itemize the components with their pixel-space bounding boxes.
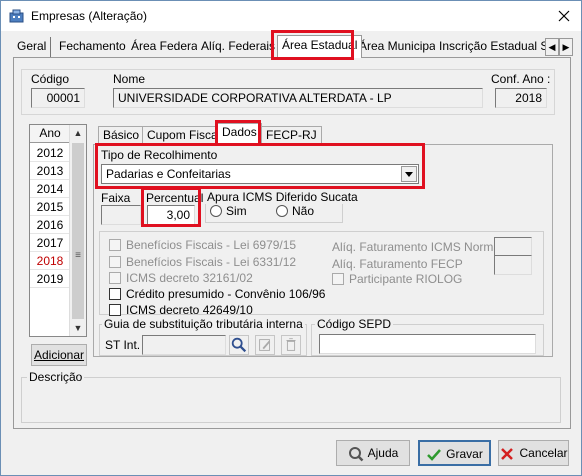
year-item-2016[interactable]: 2016 — [30, 216, 70, 234]
year-item-2012[interactable]: 2012 — [30, 144, 70, 162]
faixa-field — [101, 205, 141, 225]
tab-fechamento[interactable]: Fechamento — [55, 37, 131, 57]
window: Empresas (Alteração) Geral Fechamento Ár… — [0, 0, 582, 476]
sepd-title: Código SEPD — [315, 317, 394, 331]
st-int-label: ST Int. — [105, 338, 141, 352]
tab-scroll: ◀ ▶ — [545, 38, 573, 56]
tipo-recolhimento-select[interactable]: Padarias e Confeitarias — [101, 164, 419, 184]
main-tabs: Geral Fechamento Área Federal Alíq. Fede… — [13, 35, 573, 58]
descricao-group — [21, 377, 561, 423]
chevron-right-icon[interactable]: ▶ — [559, 38, 573, 56]
year-item-2013[interactable]: 2013 — [30, 162, 70, 180]
tipo-recolhimento-value: Padarias e Confeitarias — [106, 167, 231, 181]
faixa-label: Faixa — [101, 191, 131, 205]
tipo-recolhimento-label: Tipo de Recolhimento — [101, 148, 218, 162]
chevron-down-icon[interactable] — [401, 166, 417, 182]
credito-presumido-label: Crédito presumido - Convênio 106/96 — [126, 287, 326, 301]
beneficios-6331-checkbox[interactable] — [109, 256, 121, 268]
scroll-thumb[interactable] — [72, 143, 84, 319]
year-item-2014[interactable]: 2014 — [30, 180, 70, 198]
cancel-button[interactable]: Cancelar — [498, 440, 569, 466]
participante-riolog-checkbox[interactable] — [332, 273, 344, 285]
scroll-up-icon[interactable]: ▲ — [70, 125, 86, 141]
icms-32161-checkbox[interactable] — [109, 272, 121, 284]
nome-field: UNIVERSIDADE CORPORATIVA ALTERDATA - LP — [113, 88, 483, 108]
st-int-field[interactable] — [142, 335, 226, 355]
aliq-fecp-label: Alíq. Faturamento FECP — [332, 257, 463, 271]
edit-icon[interactable] — [255, 335, 275, 355]
aliq-icms-normal-label: Alíq. Faturamento ICMS Normal — [332, 240, 503, 254]
tab-aliq-federais[interactable]: Alíq. Federais — [197, 37, 281, 57]
beneficios-6979-label: Benefícios Fiscais - Lei 6979/15 — [126, 238, 297, 252]
codigo-field: 00001 — [31, 88, 85, 108]
tab-area-estadual[interactable]: Área Estadual — [277, 35, 363, 58]
sim-radio[interactable] — [210, 205, 222, 217]
add-year-label: Adicionar — [33, 348, 85, 362]
save-button[interactable]: Gravar — [418, 440, 491, 466]
tab-dados[interactable]: Dados — [217, 123, 262, 145]
conf-ano-field: 2018 — [495, 88, 547, 108]
aliq-fecp-field — [494, 255, 532, 275]
year-column-header: Ano — [30, 125, 70, 143]
window-title: Empresas (Alteração) — [31, 9, 148, 23]
tab-fecp-rj[interactable]: FECP-RJ — [261, 126, 322, 145]
tab-area-municipal[interactable]: Área Municipal — [355, 37, 444, 57]
credito-presumido-checkbox[interactable] — [109, 288, 121, 300]
tab-inscricao-estadual[interactable]: Inscrição Estadual S — [435, 37, 545, 57]
nao-radio[interactable] — [276, 205, 288, 217]
beneficios-6979-checkbox[interactable] — [109, 239, 121, 251]
apura-icms-label: Apura ICMS Diferido Sucata — [205, 190, 360, 204]
close-icon[interactable] — [555, 7, 573, 25]
nome-label: Nome — [113, 72, 146, 86]
year-scrollbar[interactable]: ▲ ≡ ▼ — [69, 125, 86, 336]
title-bar: Empresas (Alteração) — [1, 1, 581, 31]
sepd-field[interactable] — [319, 334, 536, 354]
year-item-2019[interactable]: 2019 — [30, 270, 70, 288]
icms-42649-checkbox[interactable] — [109, 304, 121, 316]
year-item-2017[interactable]: 2017 — [30, 234, 70, 252]
add-year-button[interactable]: Adicionar — [31, 344, 87, 366]
save-label: Gravar — [446, 447, 483, 461]
conf-ano-label: Conf. Ano : — [491, 72, 551, 86]
grip-icon: ≡ — [75, 250, 81, 261]
guia-title: Guia de substituição tributária interna — [102, 317, 305, 331]
cancel-icon — [501, 447, 514, 460]
scroll-down-icon[interactable]: ▼ — [70, 320, 86, 336]
app-icon — [9, 9, 24, 23]
help-icon — [348, 446, 364, 462]
percentual-label: Percentual — [146, 191, 204, 205]
sim-label: Sim — [226, 204, 247, 218]
tab-area-federal[interactable]: Área Federal — [127, 37, 206, 57]
nao-label: Não — [292, 204, 315, 218]
help-label: Ajuda — [367, 446, 399, 460]
year-item-2018[interactable]: 2018 — [30, 252, 70, 270]
tab-basico[interactable]: Básico — [98, 126, 145, 145]
year-item-2015[interactable]: 2015 — [30, 198, 70, 216]
help-button[interactable]: Ajuda — [336, 440, 410, 466]
chevron-left-icon[interactable]: ◀ — [545, 38, 559, 56]
icms-32161-label: ICMS decreto 32161/02 — [126, 271, 253, 285]
cancel-label: Cancelar — [519, 446, 568, 460]
check-icon — [427, 448, 442, 461]
participante-riolog-label: Participante RIOLOG — [349, 272, 463, 286]
search-icon[interactable] — [229, 335, 249, 355]
codigo-label: Código — [31, 72, 70, 86]
tab-geral[interactable]: Geral — [13, 37, 52, 57]
icms-42649-label: ICMS decreto 42649/10 — [126, 303, 253, 317]
beneficios-6331-label: Benefícios Fiscais - Lei 6331/12 — [126, 255, 297, 269]
year-list[interactable]: Ano 2012 2013 2014 2015 2016 2017 2018 2… — [29, 124, 87, 337]
aliq-icms-normal-field — [494, 237, 532, 257]
percentual-field[interactable]: 3,00 — [147, 205, 195, 225]
descricao-title: Descrição — [27, 370, 85, 384]
tab-cupom-fiscal[interactable]: Cupom Fiscal — [142, 126, 226, 145]
delete-icon[interactable] — [281, 335, 301, 355]
